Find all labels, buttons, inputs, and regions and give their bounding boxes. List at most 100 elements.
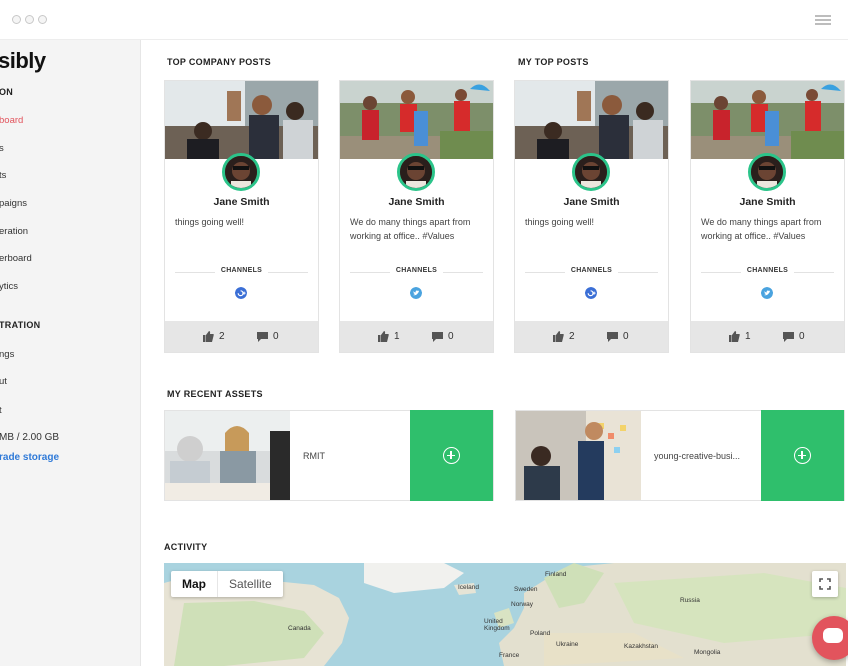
like-count: 1: [394, 331, 400, 342]
google-plus-icon: [585, 287, 597, 299]
post-card[interactable]: Jane Smith We do many things apart from …: [339, 80, 494, 353]
asset-name: RMIT: [303, 451, 325, 461]
thumbs-up-icon: [729, 331, 740, 342]
channels-label: CHANNELS: [570, 267, 613, 274]
post-text: We do many things apart from working at …: [350, 217, 471, 241]
section-title-activity: ACTIVITY: [164, 542, 208, 552]
top-bar: [0, 0, 848, 40]
chat-launcher-button[interactable]: [812, 616, 848, 660]
window-dot-icon[interactable]: [12, 15, 21, 24]
avatar[interactable]: [748, 153, 786, 191]
upgrade-storage-link[interactable]: rade storage: [0, 452, 59, 463]
map-label: Ukraine: [556, 641, 579, 648]
post-text: things going well!: [175, 217, 245, 227]
sidebar-item-leaderboard[interactable]: erboard: [0, 253, 32, 264]
asset-card[interactable]: young-creative-busi...: [515, 410, 845, 501]
thumbs-up-icon: [203, 331, 214, 342]
sidebar-section-heading: ON: [0, 87, 14, 97]
map-label: Norway: [511, 601, 534, 608]
window-dot-icon[interactable]: [38, 15, 47, 24]
like-button[interactable]: 2: [553, 331, 575, 342]
post-image: [165, 81, 318, 159]
comment-button[interactable]: 0: [783, 331, 805, 342]
section-title-recent-assets: MY RECENT ASSETS: [167, 389, 263, 399]
post-author: Jane Smith: [388, 196, 445, 208]
twitter-icon: [410, 287, 422, 299]
comment-icon: [257, 331, 268, 342]
window-dot-icon[interactable]: [25, 15, 34, 24]
like-button[interactable]: 1: [378, 331, 400, 342]
post-text: We do many things apart from working at …: [701, 217, 822, 241]
sidebar-section-heading: TRATION: [0, 320, 41, 330]
channels-divider: CHANNELS: [175, 267, 308, 277]
comment-button[interactable]: 0: [257, 331, 279, 342]
comment-icon: [607, 331, 618, 342]
add-asset-button[interactable]: [761, 410, 844, 501]
asset-thumbnail: [516, 411, 641, 500]
post-text: things going well!: [525, 217, 595, 227]
comment-button[interactable]: 0: [607, 331, 629, 342]
window-controls: [12, 15, 47, 24]
post-image: [515, 81, 668, 159]
twitter-icon: [761, 287, 773, 299]
sidebar-item-analytics[interactable]: ytics: [0, 281, 18, 292]
map-label: Russia: [680, 597, 700, 604]
comment-count: 0: [273, 331, 279, 342]
fullscreen-button[interactable]: [812, 571, 838, 597]
map-mode-button[interactable]: Map: [171, 571, 218, 597]
channels-divider: CHANNELS: [701, 267, 834, 277]
post-card[interactable]: Jane Smith things going well! CHANNELS 2…: [164, 80, 319, 353]
brand-logo: sibly: [0, 48, 46, 73]
channels-divider: CHANNELS: [350, 267, 483, 277]
avatar[interactable]: [397, 153, 435, 191]
post-footer: 2 0: [515, 321, 668, 352]
satellite-mode-button[interactable]: Satellite: [218, 571, 283, 597]
post-footer: 1 0: [691, 321, 844, 352]
channels-label: CHANNELS: [395, 267, 438, 274]
avatar[interactable]: [572, 153, 610, 191]
menu-icon[interactable]: [815, 15, 831, 27]
activity-map[interactable]: Finland Iceland Sweden Norway Russia Uni…: [164, 563, 846, 666]
channels-divider: CHANNELS: [525, 267, 658, 277]
sidebar: sibly ON board s ts paigns eration erboa…: [0, 40, 141, 666]
like-count: 2: [219, 331, 225, 342]
map-label: Finland: [545, 571, 567, 578]
thumbs-up-icon: [553, 331, 564, 342]
google-plus-icon: [235, 287, 247, 299]
asset-card[interactable]: RMIT: [164, 410, 494, 501]
post-author: Jane Smith: [563, 196, 620, 208]
post-footer: 2 0: [165, 321, 318, 352]
avatar[interactable]: [222, 153, 260, 191]
add-asset-button[interactable]: [410, 410, 493, 501]
comment-button[interactable]: 0: [432, 331, 454, 342]
thumbs-up-icon: [378, 331, 389, 342]
map-label: Iceland: [458, 584, 479, 591]
sidebar-item-logout[interactable]: ut: [0, 376, 7, 387]
map-label: France: [499, 652, 520, 659]
post-image: [340, 81, 493, 159]
channels-label: CHANNELS: [746, 267, 789, 274]
asset-thumbnail: [165, 411, 290, 500]
sidebar-item-settings[interactable]: ngs: [0, 349, 14, 360]
sidebar-item[interactable]: s: [0, 143, 4, 154]
map-label: Poland: [530, 630, 551, 637]
map-label: United Kingdom: [484, 618, 510, 632]
like-button[interactable]: 2: [203, 331, 225, 342]
post-author: Jane Smith: [739, 196, 796, 208]
sidebar-item-dashboard[interactable]: board: [0, 115, 23, 126]
post-card[interactable]: Jane Smith things going well! CHANNELS 2…: [514, 80, 669, 353]
map-type-toggle: Map Satellite: [171, 571, 283, 597]
plus-circle-icon: [794, 447, 811, 464]
comment-count: 0: [799, 331, 805, 342]
post-card[interactable]: Jane Smith We do many things apart from …: [690, 80, 845, 353]
like-button[interactable]: 1: [729, 331, 751, 342]
comment-count: 0: [448, 331, 454, 342]
sidebar-item: t: [0, 405, 2, 416]
post-footer: 1 0: [340, 321, 493, 352]
sidebar-item[interactable]: ts: [0, 170, 6, 181]
post-author: Jane Smith: [213, 196, 270, 208]
map-label: Mongolia: [694, 649, 721, 656]
sidebar-item-moderation[interactable]: eration: [0, 226, 28, 237]
storage-usage: MB / 2.00 GB: [0, 432, 60, 443]
sidebar-item-campaigns[interactable]: paigns: [0, 198, 27, 209]
